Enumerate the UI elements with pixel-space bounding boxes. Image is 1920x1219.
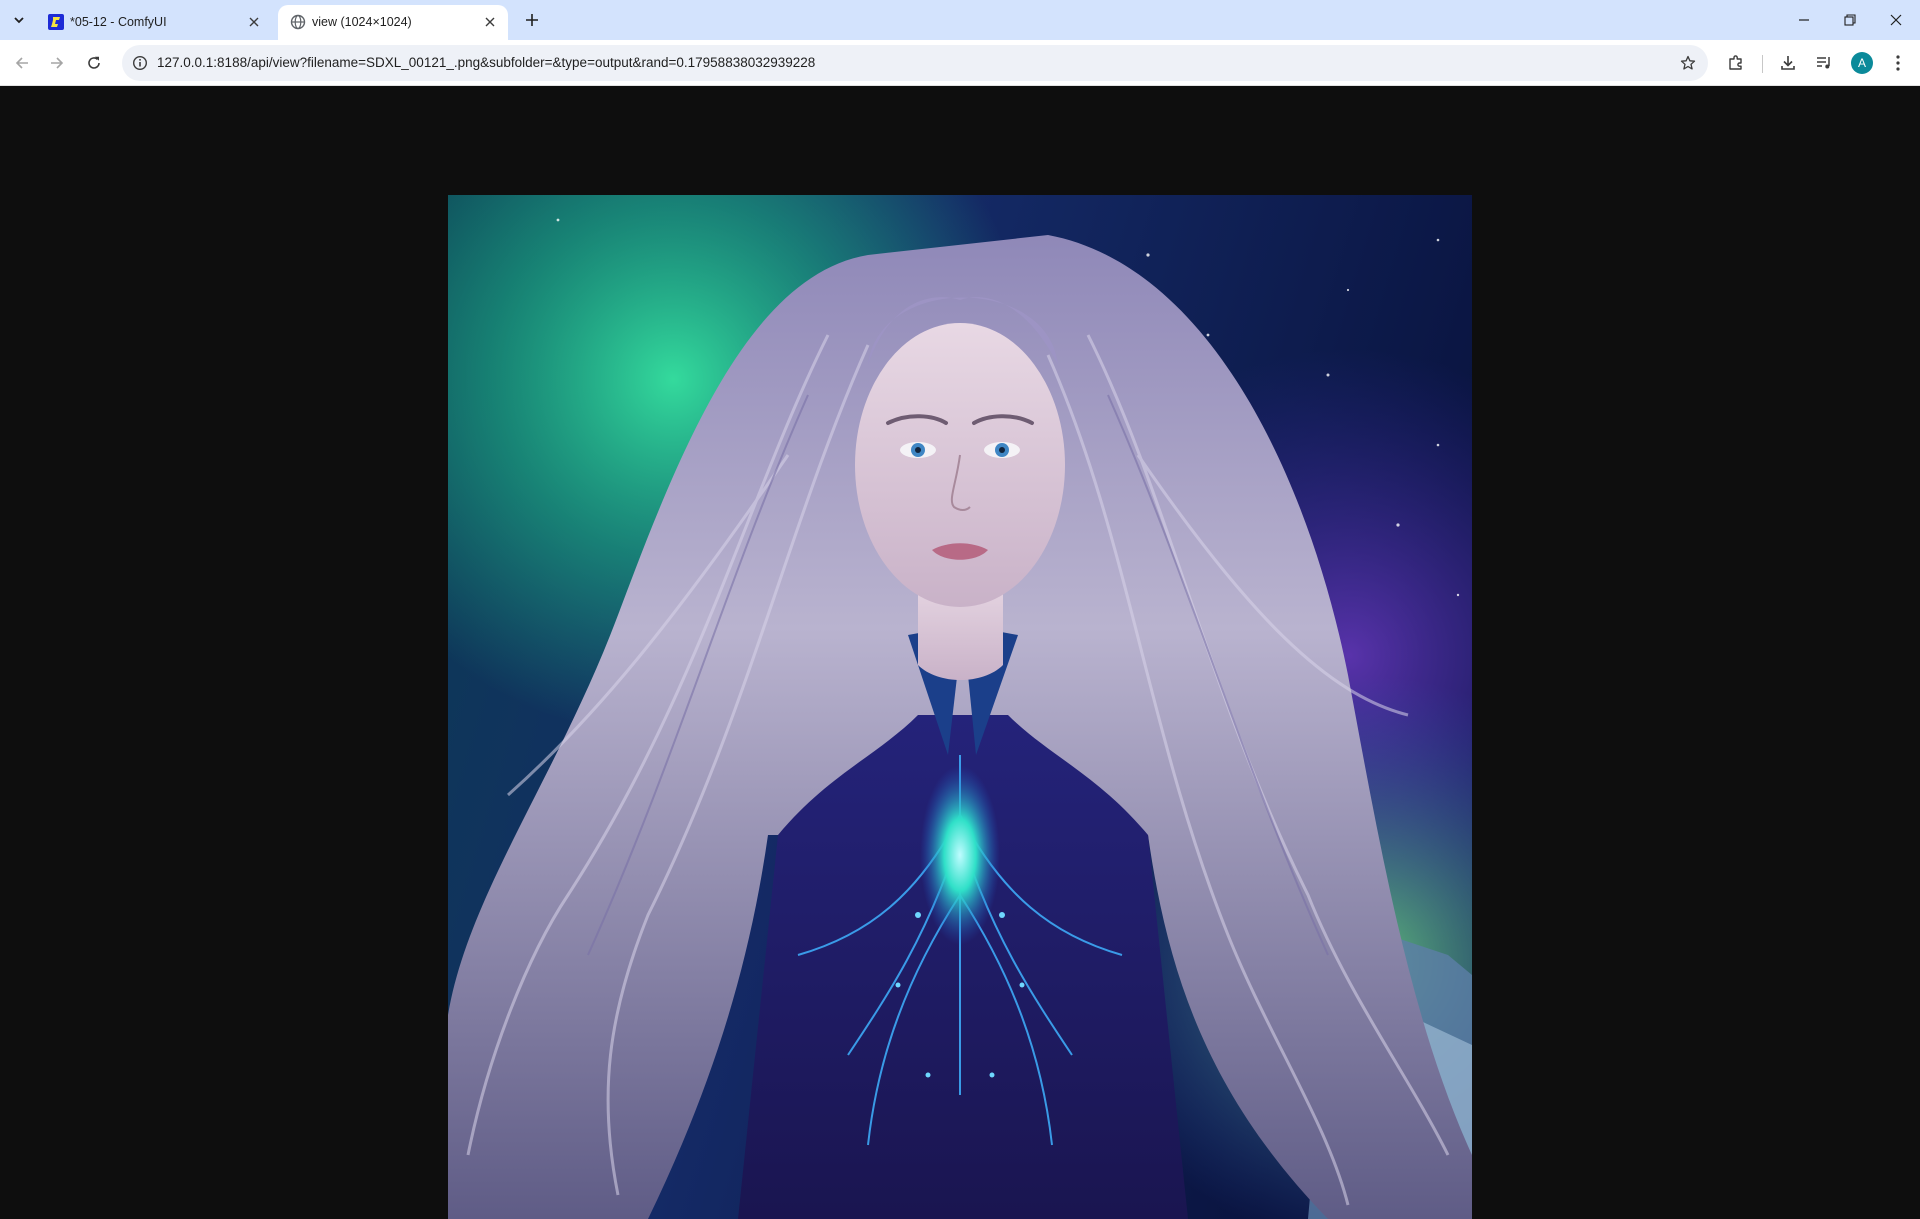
media-queue-icon <box>1815 54 1833 72</box>
reload-icon <box>86 55 102 71</box>
close-tab-icon[interactable] <box>482 14 498 30</box>
kebab-menu-icon <box>1895 54 1901 72</box>
bookmark-star-icon[interactable] <box>1678 53 1698 73</box>
restore-icon <box>1844 14 1856 26</box>
download-icon <box>1779 54 1797 72</box>
generated-image <box>448 195 1472 1219</box>
plus-icon <box>525 13 539 27</box>
reload-button[interactable] <box>82 51 106 75</box>
chevron-down-icon <box>13 14 25 26</box>
new-tab-button[interactable] <box>520 8 544 32</box>
back-button[interactable] <box>10 51 34 75</box>
downloads-button[interactable] <box>1776 51 1800 75</box>
media-controls-button[interactable] <box>1812 51 1836 75</box>
browser-toolbar: 127.0.0.1:8188/api/view?filename=SDXL_00… <box>0 40 1920 86</box>
site-info-icon[interactable] <box>130 53 150 73</box>
tab-comfyui[interactable]: *05-12 - ComfyUI <box>36 5 272 40</box>
close-tab-icon[interactable] <box>246 14 262 30</box>
profile-avatar[interactable]: A <box>1851 52 1873 74</box>
comfyui-logo-icon <box>48 14 64 30</box>
arrow-right-icon <box>49 55 65 71</box>
arrow-left-icon <box>14 55 30 71</box>
tab-strip: *05-12 - ComfyUI view (1024×1024) <box>0 0 1920 40</box>
toolbar-divider <box>1762 55 1763 73</box>
tab-title: *05-12 - ComfyUI <box>70 15 167 29</box>
image-viewer <box>0 87 1920 1219</box>
tab-search-button[interactable] <box>6 7 32 33</box>
minimize-icon <box>1798 14 1810 26</box>
url-text[interactable]: 127.0.0.1:8188/api/view?filename=SDXL_00… <box>157 55 815 70</box>
browser-menu-button[interactable] <box>1886 51 1910 75</box>
tab-view-image[interactable]: view (1024×1024) <box>278 5 508 40</box>
globe-icon <box>290 14 306 30</box>
close-window-button[interactable] <box>1878 6 1914 34</box>
forward-button[interactable] <box>45 51 69 75</box>
address-bar[interactable]: 127.0.0.1:8188/api/view?filename=SDXL_00… <box>122 45 1708 81</box>
close-icon <box>1890 14 1902 26</box>
restore-button[interactable] <box>1832 6 1868 34</box>
puzzle-icon <box>1727 54 1745 72</box>
extensions-button[interactable] <box>1724 51 1748 75</box>
tab-title: view (1024×1024) <box>312 15 412 29</box>
minimize-button[interactable] <box>1786 6 1822 34</box>
